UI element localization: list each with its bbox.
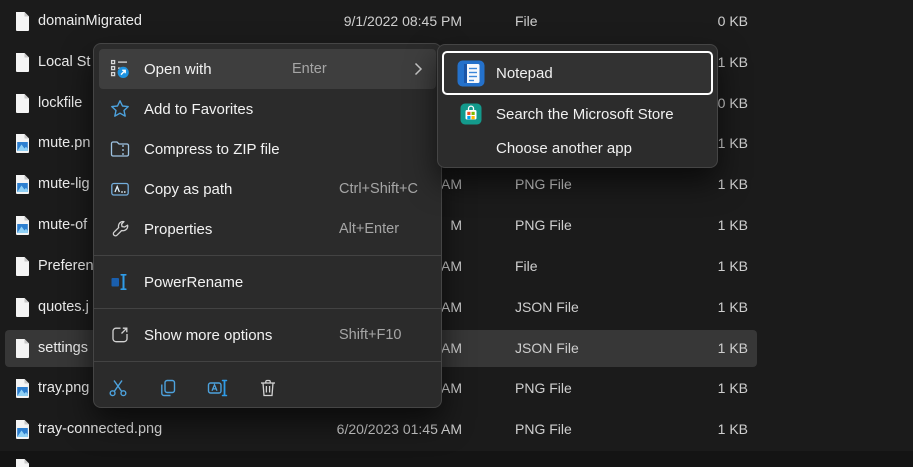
rename-button[interactable] <box>201 371 235 405</box>
menu-shortcut: Shift+F10 <box>339 315 401 355</box>
file-type: File <box>515 1 538 41</box>
image-file-icon <box>14 174 31 195</box>
menu-item-copy-as-path[interactable]: Copy as path Ctrl+Shift+C <box>99 169 436 209</box>
file-name: lockfile <box>38 83 82 123</box>
file-type: PNG File <box>515 368 572 408</box>
window-bottom-edge <box>0 451 913 467</box>
context-menu: Open with Enter Add to Favorites Compress … <box>93 43 442 408</box>
menu-item-open-with[interactable]: Open with Enter <box>99 49 436 89</box>
menu-divider <box>94 255 441 256</box>
menu-item-label: Open with <box>144 61 212 78</box>
submenu-item-label: Search the Microsoft Store <box>496 106 674 123</box>
file-type: JSON File <box>515 287 579 327</box>
file-size: 1 KB <box>640 164 748 204</box>
menu-item-properties[interactable]: Properties Alt+Enter <box>99 209 436 249</box>
power-rename-icon <box>109 272 131 292</box>
image-file-icon <box>14 133 31 154</box>
menu-shortcut: Alt+Enter <box>339 209 399 249</box>
file-name: mute.pn <box>38 123 90 163</box>
file-size: 1 KB <box>640 205 748 245</box>
file-type: JSON File <box>515 328 579 368</box>
file-name: Local St <box>38 42 90 82</box>
file-size: 0 KB <box>640 1 748 41</box>
image-file-icon <box>14 378 31 399</box>
file-explorer-window: { "colors": { "background": "#1b1b1b", "… <box>0 0 913 467</box>
menu-divider <box>94 308 441 309</box>
file-name: mute-lig <box>38 164 90 204</box>
menu-shortcut: Enter <box>292 49 327 89</box>
menu-item-add-to-favorites[interactable]: Add to Favorites <box>99 89 436 129</box>
zip-folder-icon <box>109 139 131 159</box>
file-name: domainMigrated <box>38 1 142 41</box>
document-icon <box>14 297 31 318</box>
document-icon <box>14 458 31 467</box>
menu-item-compress-to-zip-file[interactable]: Compress to ZIP file <box>99 129 436 169</box>
date-modified: 9/1/2022 08:45 PM <box>300 1 462 41</box>
menu-item-label: Copy as path <box>144 181 232 198</box>
file-name: quotes.j <box>38 287 89 327</box>
menu-shortcut: Ctrl+Shift+C <box>339 169 418 209</box>
file-size: 1 KB <box>640 287 748 327</box>
submenu-item-label: Choose another app <box>496 140 632 157</box>
image-file-icon <box>14 215 31 236</box>
file-name: mute-of <box>38 205 87 245</box>
file-type: File <box>515 246 538 286</box>
menu-item-powerrename[interactable]: PowerRename <box>99 262 436 302</box>
wrench-icon <box>109 219 131 239</box>
submenu-item-choose-another-app[interactable]: Choose another app <box>442 131 713 165</box>
menu-divider <box>94 361 441 362</box>
date-modified: 6/20/2023 01:45 AM <box>300 409 462 449</box>
file-name: settings <box>38 328 88 368</box>
image-file-icon <box>14 419 31 440</box>
document-icon <box>14 338 31 359</box>
file-type: PNG File <box>515 164 572 204</box>
delete-button[interactable] <box>251 371 285 405</box>
menu-item-label: Properties <box>144 221 212 238</box>
file-name: tray.png <box>38 368 89 408</box>
file-name: tray-connected.png <box>38 409 162 449</box>
store-icon <box>456 100 486 128</box>
file-row-domainmigrated[interactable]: domainMigrated 9/1/2022 08:45 PM File 0 KB <box>0 1 762 41</box>
menu-item-label: Show more options <box>144 327 272 344</box>
file-type: PNG File <box>515 409 572 449</box>
document-icon <box>14 11 31 32</box>
file-size: 1 KB <box>640 328 748 368</box>
document-icon <box>14 52 31 73</box>
menu-item-show-more-options[interactable]: Show more options Shift+F10 <box>99 315 436 355</box>
file-size: 1 KB <box>640 409 748 449</box>
submenu-item-search-the-microsoft-store[interactable]: Search the Microsoft Store <box>442 97 713 131</box>
file-size: 1 KB <box>640 246 748 286</box>
file-name: Preferen <box>38 246 94 286</box>
chevron-right-icon <box>414 62 423 76</box>
open-with-submenu: Notepad Search the Microsoft Store Choose… <box>437 44 718 168</box>
file-row-tray-connected-png[interactable]: tray-connected.png 6/20/2023 01:45 AM PNG … <box>0 409 762 449</box>
cut-button[interactable] <box>101 371 135 405</box>
star-icon <box>109 99 131 119</box>
open-with-icon <box>109 59 131 79</box>
menu-item-label: PowerRename <box>144 274 243 291</box>
menu-item-label: Compress to ZIP file <box>144 141 280 158</box>
quick-actions-row <box>94 368 441 408</box>
show-more-icon <box>109 325 131 345</box>
copy-path-icon <box>109 179 131 199</box>
copy-button[interactable] <box>151 371 185 405</box>
notepad-icon <box>456 59 486 87</box>
submenu-item-label: Notepad <box>496 65 553 82</box>
menu-item-label: Add to Favorites <box>144 101 253 118</box>
document-icon <box>14 256 31 277</box>
file-type: PNG File <box>515 205 572 245</box>
document-icon <box>14 93 31 114</box>
file-size: 1 KB <box>640 368 748 408</box>
submenu-item-notepad[interactable]: Notepad <box>442 51 713 95</box>
